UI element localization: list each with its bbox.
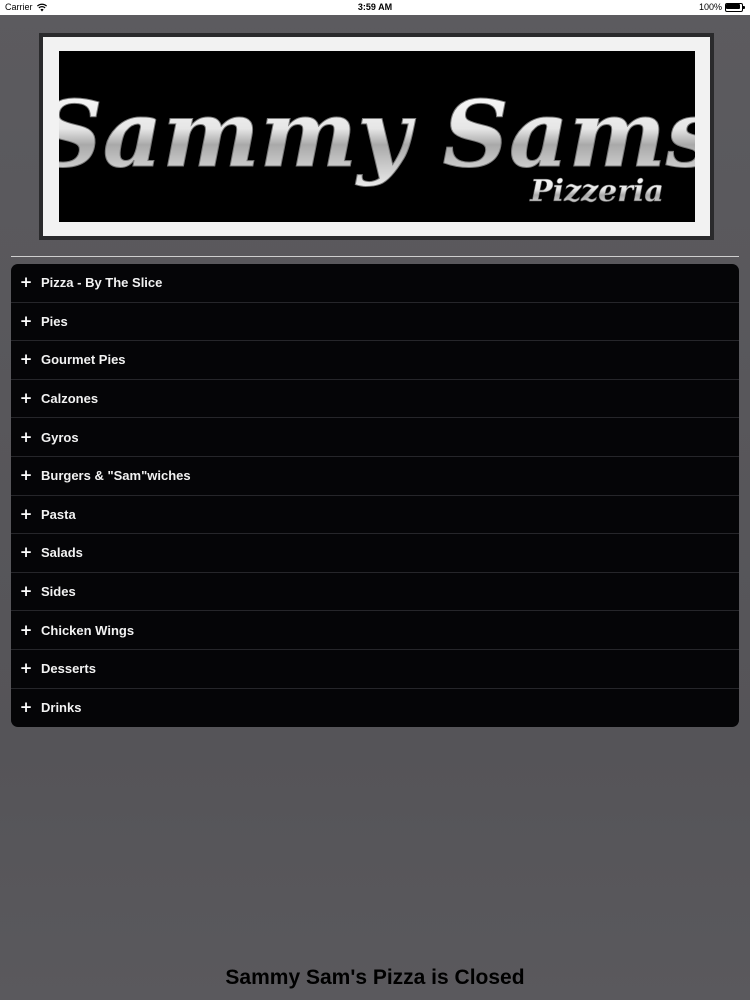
- menu-category-item[interactable]: + Pies: [11, 303, 739, 342]
- battery-fill: [726, 3, 740, 9]
- menu-category-label: Sides: [41, 584, 76, 600]
- plus-icon: +: [19, 620, 33, 639]
- menu-category-item[interactable]: + Drinks: [11, 689, 739, 728]
- logo-banner: Sammy Sams Pizzeria: [39, 33, 714, 240]
- menu-category-label: Chicken Wings: [41, 622, 135, 638]
- menu-category-label: Pasta: [41, 506, 76, 522]
- menu-category-item[interactable]: + Chicken Wings: [11, 611, 739, 650]
- menu-category-label: Desserts: [41, 661, 96, 677]
- plus-icon: +: [19, 659, 33, 678]
- menu-category-item[interactable]: + Burgers & "Sam"wiches: [11, 457, 739, 496]
- plus-icon: +: [19, 466, 33, 485]
- logo-subtitle: Pizzeria: [529, 174, 664, 209]
- battery-tip: [743, 5, 745, 9]
- status-bar: Carrier 3:59 AM 100%: [0, 0, 750, 15]
- menu-category-item[interactable]: + Sides: [11, 573, 739, 612]
- menu-category-label: Salads: [41, 545, 83, 561]
- menu-category-item[interactable]: + Pizza - By The Slice: [11, 264, 739, 303]
- battery-percent: 100%: [698, 2, 722, 12]
- menu-category-label: Gyros: [41, 429, 79, 445]
- menu-category-item[interactable]: + Desserts: [11, 650, 739, 689]
- logo-inner: Sammy Sams Pizzeria: [59, 51, 695, 222]
- menu-category-list: + Pizza - By The Slice + Pies + Gourmet Pies +…: [11, 264, 739, 728]
- menu-category-label: Calzones: [41, 391, 99, 407]
- plus-icon: +: [19, 504, 33, 523]
- plus-icon: +: [19, 582, 33, 601]
- logo-frame: Sammy Sams Pizzeria: [43, 37, 710, 236]
- plus-icon: +: [19, 698, 33, 717]
- menu-category-item[interactable]: + Pasta: [11, 496, 739, 535]
- plus-icon: +: [19, 350, 33, 369]
- store-closed-message: Sammy Sam's Pizza is Closed: [225, 966, 525, 989]
- menu-category-item[interactable]: + Gourmet Pies: [11, 341, 739, 380]
- plus-icon: +: [19, 543, 33, 562]
- logo-title: Sammy Sams: [59, 80, 695, 188]
- logo-artwork: Sammy Sams Pizzeria: [59, 80, 695, 210]
- menu-category-item[interactable]: + Gyros: [11, 418, 739, 457]
- battery-icon: [725, 2, 745, 12]
- status-right: 100%: [699, 2, 745, 12]
- plus-icon: +: [19, 311, 33, 330]
- menu-category-label: Burgers & "Sam"wiches: [41, 468, 191, 484]
- plus-icon: +: [19, 389, 33, 408]
- plus-icon: +: [19, 273, 33, 292]
- menu-category-label: Drinks: [41, 700, 82, 716]
- status-time: 3:59 AM: [357, 2, 393, 12]
- plus-icon: +: [19, 427, 33, 446]
- menu-category-label: Pies: [41, 313, 68, 329]
- menu-category-label: Pizza - By The Slice: [41, 275, 163, 291]
- divider: [11, 256, 739, 257]
- menu-category-item[interactable]: + Salads: [11, 534, 739, 573]
- menu-category-item[interactable]: + Calzones: [11, 380, 739, 419]
- menu-category-label: Gourmet Pies: [41, 352, 126, 368]
